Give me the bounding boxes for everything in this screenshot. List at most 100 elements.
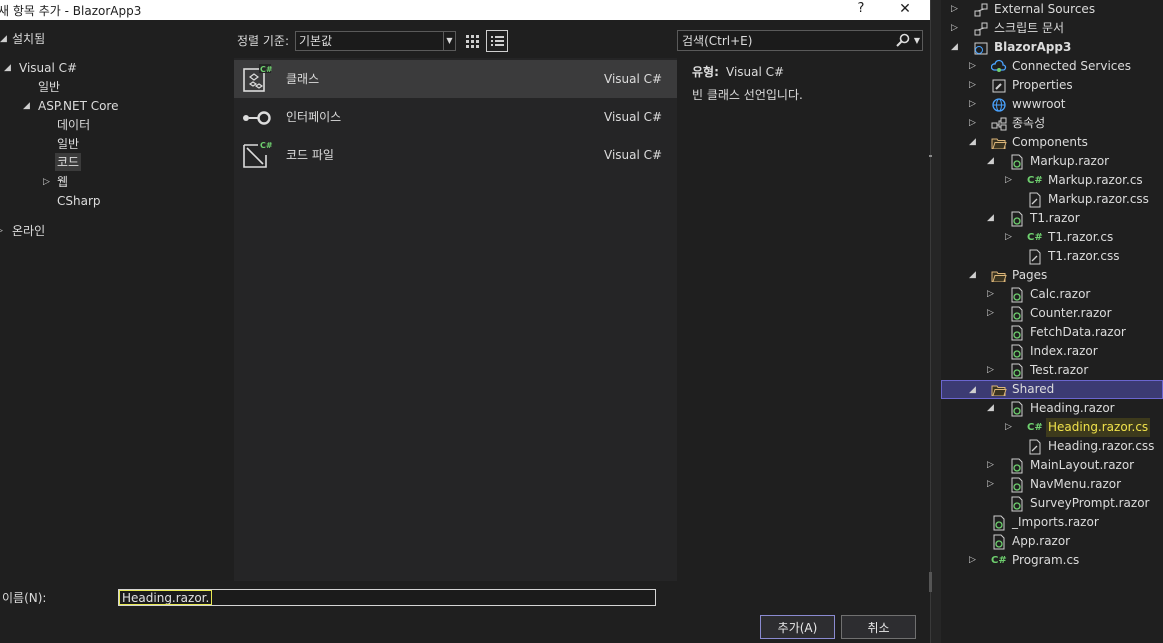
css-file-icon: [1029, 439, 1041, 455]
tree-item-wwwroot[interactable]: ▷ wwwroot: [941, 95, 1163, 114]
tree-item-fetchdata-razor[interactable]: FetchData.razor: [941, 323, 1163, 342]
tree-item-components-folder[interactable]: ◢ Components: [941, 133, 1163, 152]
tree-item-properties[interactable]: ▷ Properties: [941, 76, 1163, 95]
tree-item-counter-razor[interactable]: ▷ Counter.razor: [941, 304, 1163, 323]
tree-item-test-razor[interactable]: ▷ Test.razor: [941, 361, 1163, 380]
razor-file-icon: [1011, 211, 1023, 227]
expand-arrow-icon[interactable]: ▷: [987, 475, 997, 494]
expand-arrow-icon[interactable]: ▷: [43, 173, 53, 191]
name-field: [118, 589, 656, 606]
tree-item-markup-razor-css[interactable]: Markup.razor.css: [941, 190, 1163, 209]
properties-wrench-icon: [992, 79, 1006, 93]
folder-open-icon: [991, 138, 1007, 149]
tree-item-connected-services[interactable]: ▷ Connected Services: [941, 57, 1163, 76]
collapse-arrow-icon[interactable]: ◢: [987, 152, 997, 171]
tree-item-program-cs[interactable]: ▷ C# Program.cs: [941, 551, 1163, 570]
tree-item-dependencies[interactable]: ▷ 종속성: [941, 114, 1163, 133]
tree-item-imports-razor[interactable]: _Imports.razor: [941, 513, 1163, 532]
panel-splitter[interactable]: [930, 0, 941, 643]
collapse-arrow-icon[interactable]: ◢: [987, 209, 997, 228]
splitter-grip: [929, 572, 932, 592]
tree-item-heading-razor-cs[interactable]: ▷ C# Heading.razor.cs: [941, 418, 1163, 437]
dropdown-arrow-icon[interactable]: ▼: [443, 32, 455, 50]
template-description: 빈 클래스 선언입니다.: [692, 88, 803, 102]
expand-arrow-icon[interactable]: ▷: [1005, 418, 1015, 437]
expand-arrow-icon[interactable]: ▷: [969, 95, 979, 114]
folder-open-icon: [991, 271, 1007, 282]
tree-item-index-razor[interactable]: Index.razor: [941, 342, 1163, 361]
csharp-file-icon: C#: [1027, 175, 1043, 186]
expand-arrow-icon[interactable]: ▷: [951, 0, 961, 19]
expand-arrow-icon[interactable]: ▷: [987, 361, 997, 380]
help-button[interactable]: ?: [853, 0, 869, 18]
add-button[interactable]: 추가(A): [760, 615, 835, 639]
template-name: 코드 파일: [286, 148, 334, 162]
expand-arrow-icon[interactable]: ▷: [969, 57, 979, 76]
expand-arrow-icon[interactable]: ▷: [987, 285, 997, 304]
csharp-file-icon: C#: [1027, 422, 1043, 433]
template-item-class[interactable]: C# 클래스 Visual C#: [234, 60, 677, 98]
name-input[interactable]: [119, 590, 212, 605]
tree-item-mainlayout-razor[interactable]: ▷ MainLayout.razor: [941, 456, 1163, 475]
collapse-arrow-icon[interactable]: ◢: [969, 381, 979, 400]
tree-item-script-documents[interactable]: ▷ 스크립트 문서: [941, 19, 1163, 38]
razor-file-icon: [993, 515, 1005, 531]
tree-item-external-sources[interactable]: ▷ External Sources: [941, 0, 1163, 19]
tree-item-surveyprompt-razor[interactable]: SurveyPrompt.razor: [941, 494, 1163, 513]
expand-arrow-icon[interactable]: ▷: [969, 114, 979, 133]
css-file-icon: [1029, 192, 1041, 208]
cancel-button[interactable]: 취소: [841, 615, 916, 639]
code-file-template-icon: C#: [243, 140, 273, 168]
tree-item-project-blazorapp3[interactable]: ◢ BlazorApp3: [941, 38, 1163, 57]
tree-item-code[interactable]: 코드: [55, 153, 82, 171]
expand-arrow-icon[interactable]: ▷: [1005, 228, 1015, 247]
tree-item-t1-razor-cs[interactable]: ▷ C# T1.razor.cs: [941, 228, 1163, 247]
tree-item-shared-folder[interactable]: ◢ Shared: [941, 380, 1163, 399]
search-options-arrow-icon[interactable]: ▼: [912, 31, 922, 50]
expand-arrow-icon[interactable]: ▷: [0, 222, 6, 240]
expand-arrow-icon[interactable]: ▷: [987, 304, 997, 323]
tree-item-t1-razor[interactable]: ◢ T1.razor: [941, 209, 1163, 228]
tree-item-markup-razor[interactable]: ◢ Markup.razor: [941, 152, 1163, 171]
tree-item-heading-razor[interactable]: ◢ Heading.razor: [941, 399, 1163, 418]
type-value: Visual C#: [726, 65, 785, 79]
collapse-arrow-icon[interactable]: ◢: [4, 59, 14, 77]
collapse-arrow-icon[interactable]: ◢: [969, 266, 979, 285]
list-view-button[interactable]: [486, 30, 508, 52]
tree-item-csharp[interactable]: CSharp: [57, 192, 101, 210]
expand-arrow-icon[interactable]: ▷: [951, 19, 961, 38]
tree-item-pages-folder[interactable]: ◢ Pages: [941, 266, 1163, 285]
sort-value: 기본값: [299, 34, 333, 48]
collapse-arrow-icon[interactable]: ◢: [951, 38, 961, 57]
tree-item-general[interactable]: 일반: [38, 78, 60, 96]
tree-item-t1-razor-css[interactable]: T1.razor.css: [941, 247, 1163, 266]
tree-item-markup-razor-cs[interactable]: ▷ C# Markup.razor.cs: [941, 171, 1163, 190]
tree-item-data[interactable]: 데이터: [57, 116, 90, 134]
name-label: 이름(N):: [2, 591, 47, 605]
collapse-arrow-icon[interactable]: ◢: [23, 97, 33, 115]
sort-dropdown[interactable]: 기본값 ▼: [295, 31, 456, 51]
collapse-arrow-icon[interactable]: ◢: [987, 399, 997, 418]
tree-item-general-2[interactable]: 일반: [57, 135, 79, 153]
expand-arrow-icon[interactable]: ▷: [1005, 171, 1015, 190]
collapse-arrow-icon[interactable]: ◢: [969, 133, 979, 152]
tree-item-calc-razor[interactable]: ▷ Calc.razor: [941, 285, 1163, 304]
expand-arrow-icon[interactable]: ▷: [969, 76, 979, 95]
external-sources-icon: [974, 3, 988, 17]
collapse-arrow-icon[interactable]: ◢: [0, 30, 10, 48]
tree-item-app-razor[interactable]: App.razor: [941, 532, 1163, 551]
razor-file-icon: [1011, 458, 1023, 474]
template-item-code-file[interactable]: C# 코드 파일 Visual C#: [234, 136, 677, 174]
tree-item-heading-razor-css[interactable]: Heading.razor.css: [941, 437, 1163, 456]
expand-arrow-icon[interactable]: ▷: [987, 456, 997, 475]
grid-view-button[interactable]: [462, 31, 482, 51]
search-input[interactable]: [680, 32, 890, 49]
close-button[interactable]: ✕: [895, 0, 915, 18]
type-label: 유형:: [692, 65, 719, 79]
svg-text:C#: C#: [260, 65, 273, 74]
template-item-interface[interactable]: 인터페이스 Visual C#: [234, 98, 677, 136]
folder-open-icon: [991, 385, 1007, 396]
search-icon[interactable]: [896, 33, 910, 47]
tree-item-navmenu-razor[interactable]: ▷ NavMenu.razor: [941, 475, 1163, 494]
expand-arrow-icon[interactable]: ▷: [969, 551, 979, 570]
